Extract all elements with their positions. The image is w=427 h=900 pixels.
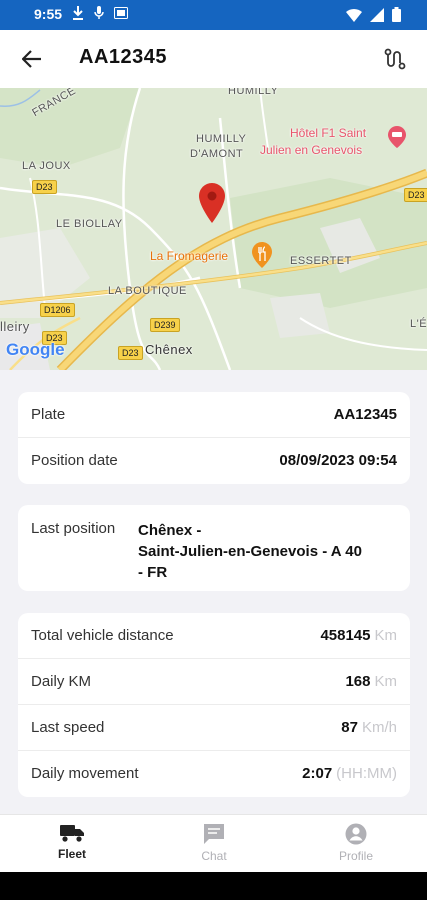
download-icon — [73, 6, 83, 20]
nav-item-fleet[interactable]: Fleet — [22, 823, 122, 861]
last-speed-value: 87 Km/h — [341, 719, 397, 736]
battery-icon — [392, 7, 401, 22]
map-label-le-biollay: LE BIOLLAY — [56, 218, 123, 230]
last-position-line3: - FR — [138, 564, 168, 581]
stats-row-total-distance: Total vehicle distance 458145 Km — [18, 613, 410, 659]
truck-icon — [60, 825, 84, 842]
daily-movement-label: Daily movement — [31, 765, 139, 782]
back-button[interactable] — [18, 45, 46, 73]
google-logo: Google — [6, 340, 65, 359]
stats-row-last-speed: Last speed 87 Km/h — [18, 705, 410, 751]
map-label-essertet: ESSERTET — [290, 255, 352, 267]
total-distance-unit: Km — [374, 627, 398, 644]
app-header: AA12345 — [0, 30, 427, 88]
road-badge-d23: D23 — [32, 180, 57, 194]
bottom-navigation: Fleet Chat Profile — [0, 814, 427, 872]
daily-km-number: 168 — [345, 673, 371, 690]
last-speed-label: Last speed — [31, 719, 105, 736]
status-bar: 9:55 — [0, 0, 427, 30]
vehicle-location-marker-icon[interactable] — [199, 183, 225, 223]
map-label-edge: L'É — [410, 318, 427, 330]
nav-item-chat[interactable]: Chat — [164, 823, 264, 863]
route-icon — [384, 48, 406, 70]
plate-value: AA12345 — [333, 406, 397, 423]
signal-icon — [370, 7, 384, 22]
vehicle-map[interactable]: FRANCE HUMILLY HUMILLY D'AMONT LA JOUX L… — [0, 88, 427, 370]
vehicle-stats-card: Total vehicle distance 458145 Km Daily KM… — [18, 613, 410, 797]
stats-row-daily-km: Daily KM 168 Km — [18, 659, 410, 705]
info-row-position-date: Position date 08/09/2023 09:54 — [18, 438, 410, 484]
position-date-label: Position date — [31, 452, 118, 469]
road-badge-d23-d: D23 — [404, 188, 427, 202]
route-button[interactable] — [381, 45, 409, 73]
daily-movement-number: 2:07 — [302, 765, 333, 782]
daily-km-value: 168 Km — [345, 673, 397, 690]
map-label-chenex: Chênex — [145, 342, 193, 357]
vehicle-info-card: Plate AA12345 Position date 08/09/2023 0… — [18, 392, 410, 484]
nav-label-chat: Chat — [201, 849, 227, 863]
road-badge-d239: D239 — [150, 318, 180, 332]
poi-fromagerie-label[interactable]: La Fromagerie — [150, 249, 228, 263]
arrow-left-icon — [22, 50, 41, 68]
stats-row-daily-movement: Daily movement 2:07 (HH:MM) — [18, 751, 410, 797]
status-time: 9:55 — [34, 6, 63, 22]
map-label-humilly-damont-1: HUMILLY — [196, 133, 247, 145]
page-title: AA12345 — [79, 46, 168, 68]
position-date-value: 08/09/2023 09:54 — [279, 452, 397, 469]
map-label-humilly-damont-2: D'AMONT — [190, 148, 244, 160]
last-speed-unit: Km/h — [361, 719, 397, 736]
daily-movement-value: 2:07 (HH:MM) — [302, 765, 397, 782]
nav-item-profile[interactable]: Profile — [306, 823, 406, 863]
info-row-plate: Plate AA12345 — [18, 392, 410, 438]
total-distance-label: Total vehicle distance — [31, 627, 174, 644]
status-system-icons — [346, 7, 401, 22]
road-badge-d23-c: D23 — [118, 346, 143, 360]
plate-label: Plate — [31, 406, 66, 423]
status-notification-icons — [72, 6, 128, 20]
phone-screen: 9:55 AA12345 FRANCE HUMILLY HUMILLY D'AM… — [0, 0, 427, 900]
last-position-value: Chênex - Saint-Julien-en-Genevois - A 40… — [138, 520, 362, 583]
map-label-humilly: HUMILLY — [228, 88, 279, 97]
daily-km-unit: Km — [374, 673, 398, 690]
system-gesture-bar — [0, 872, 427, 900]
map-label-lleiry: lleiry — [0, 319, 30, 334]
poi-hotel-label-2[interactable]: Julien en Genevois — [260, 143, 362, 157]
daily-movement-unit: (HH:MM) — [336, 765, 397, 782]
restaurant-pin-icon[interactable] — [252, 242, 272, 268]
cast-icon — [114, 7, 128, 19]
map-label-la-joux: LA JOUX — [22, 160, 71, 172]
nav-label-profile: Profile — [338, 849, 373, 863]
profile-icon — [345, 823, 367, 845]
total-distance-number: 458145 — [320, 627, 371, 644]
last-position-line2: Saint-Julien-en-Genevois - A 40 — [138, 543, 362, 560]
last-position-card: Last position Chênex - Saint-Julien-en-G… — [18, 505, 410, 591]
hotel-pin-icon[interactable] — [388, 126, 406, 148]
poi-hotel-label-1[interactable]: Hôtel F1 Saint — [290, 126, 366, 140]
total-distance-value: 458145 Km — [320, 627, 397, 644]
daily-km-label: Daily KM — [31, 673, 92, 690]
wifi-icon — [346, 8, 362, 22]
mic-icon — [94, 6, 104, 19]
nav-label-fleet: Fleet — [57, 847, 86, 861]
road-badge-d1206: D1206 — [40, 303, 75, 317]
last-position-label: Last position — [31, 520, 116, 537]
last-speed-number: 87 — [341, 719, 358, 736]
chat-icon — [204, 824, 224, 844]
map-label-la-boutique: LA BOUTIQUE — [108, 285, 187, 297]
last-position-line1: Chênex - — [138, 522, 202, 539]
